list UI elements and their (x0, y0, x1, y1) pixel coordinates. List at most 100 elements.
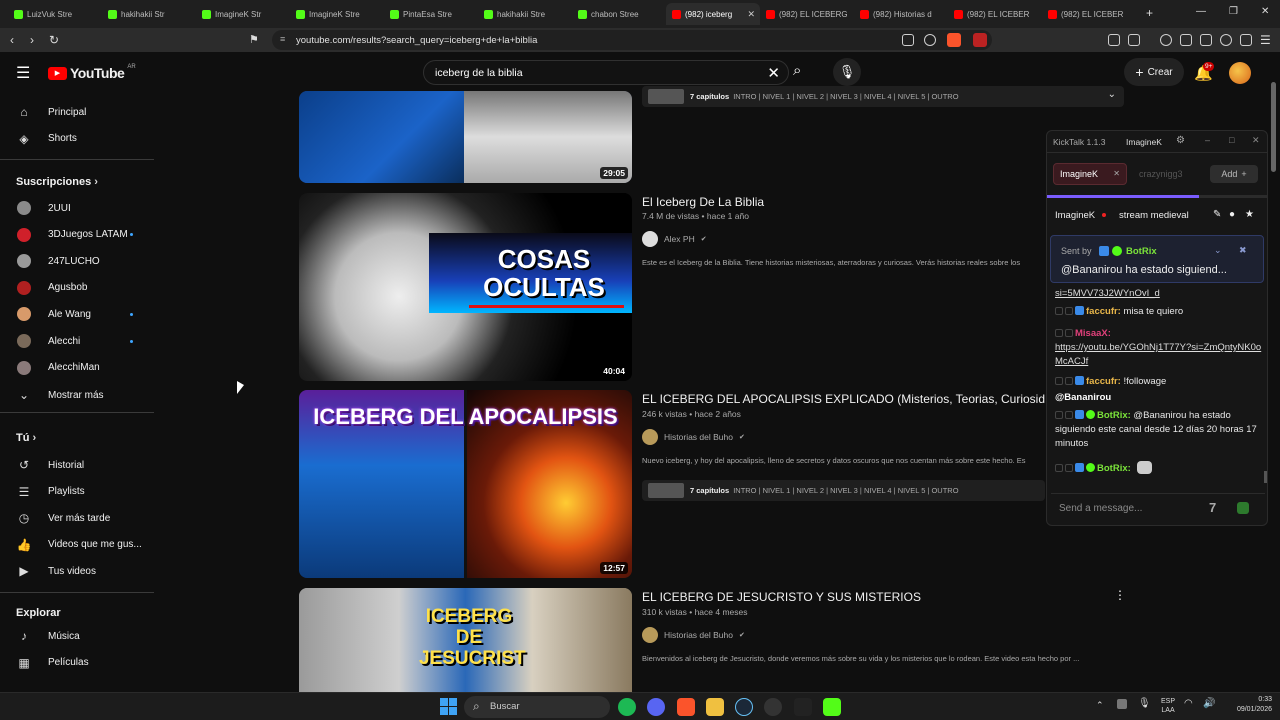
video-thumbnail[interactable]: ICEBERG DE JESUCRIST (299, 588, 632, 692)
show-more-button[interactable]: ⌄ Mostrar más (0, 382, 154, 408)
chat-link[interactable]: https://youtu.be/YGOhNj1T77Y?si=ZmQntyNK… (1055, 342, 1261, 367)
search-icon[interactable]: ⌕ (793, 62, 801, 79)
chat-scrollbar[interactable] (1264, 471, 1267, 483)
discord-icon[interactable] (647, 698, 665, 716)
chat-username[interactable]: BotRix: (1097, 410, 1131, 421)
sidebar-item[interactable]: 247LUCHO (0, 248, 154, 274)
browser-tab[interactable]: (982) EL ICEBER (1042, 3, 1136, 25)
search-input[interactable]: iceberg de la biblia ✕ (423, 60, 789, 85)
extension-icon[interactable] (1108, 34, 1120, 46)
video-title[interactable]: EL ICEBERG DE JESUCRISTO Y SUS MISTERIOS (642, 590, 921, 604)
mod-action-icon[interactable] (1055, 307, 1063, 315)
chat-input[interactable]: Send a message... (1055, 496, 1199, 522)
browser-tab[interactable]: ImagineK Str (196, 3, 290, 25)
mod-action-icon[interactable] (1055, 464, 1063, 472)
brave-icon[interactable] (677, 698, 695, 716)
add-chat-button[interactable]: Add + (1210, 165, 1258, 183)
new-tab-icon[interactable]: + (1146, 6, 1153, 20)
wallet-icon[interactable] (1200, 34, 1212, 46)
language-indicator[interactable]: ESP LAA (1161, 697, 1175, 715)
video-thumbnail[interactable]: COSAS OCULTAS 40:04 (299, 193, 632, 381)
site-info-icon[interactable]: ≡ (280, 34, 285, 44)
sidebar-toggle-icon[interactable] (1180, 34, 1192, 46)
chat-username[interactable]: faccufr: (1086, 376, 1121, 387)
chat-tab[interactable]: crazynigg3 (1133, 163, 1207, 185)
video-title[interactable]: EL ICEBERG DEL APOCALIPSIS EXPLICADO (Mi… (642, 392, 1045, 406)
leo-ai-icon[interactable] (1220, 34, 1232, 46)
close-tab-icon[interactable]: ✕ (747, 9, 755, 20)
browser-tab[interactable]: ImagineK Stre (290, 3, 384, 25)
sidebar-item[interactable]: Alecchi (0, 328, 154, 354)
sidebar-item[interactable]: ↺ Historial (0, 452, 154, 478)
pin-icon[interactable]: ✎ (1213, 209, 1221, 220)
subscriptions-heading[interactable]: Suscripciones › (16, 176, 98, 188)
account-avatar[interactable] (1229, 62, 1251, 84)
taskbar-search[interactable]: ⌕ Buscar (464, 696, 610, 718)
url-bar[interactable]: ≡ youtube.com/results?search_query=icebe… (272, 30, 992, 50)
mod-action-icon[interactable] (1065, 411, 1073, 419)
browser-tab[interactable]: hakihakii Stre (478, 3, 572, 25)
extension-icon-2[interactable] (1128, 34, 1140, 46)
clock[interactable]: 0:33 09/01/2026 (1220, 695, 1272, 715)
close-tab-icon[interactable]: ✕ (1113, 169, 1120, 178)
spotify-icon[interactable] (618, 698, 636, 716)
maximize-icon[interactable]: ❐ (1229, 6, 1238, 17)
browser-tab[interactable]: chabon Stree (572, 3, 666, 25)
kicktalk-user[interactable]: ImagineK (1126, 137, 1162, 147)
media-icon[interactable] (1160, 34, 1172, 46)
browser-tab[interactable]: (982) EL ICEBERG (760, 3, 854, 25)
forward-icon[interactable]: › (30, 33, 34, 47)
mod-action-icon[interactable] (1065, 307, 1073, 315)
back-icon[interactable]: ‹ (10, 33, 14, 47)
chevron-up-icon[interactable]: ⌃ (1096, 700, 1104, 711)
sidebar-item[interactable]: ▦ Películas (0, 650, 154, 676)
maximize-icon[interactable]: □ (1229, 135, 1234, 145)
sidebar-item[interactable]: ☰ Playlists (0, 479, 154, 505)
tray-app-icon[interactable] (1117, 699, 1127, 709)
chat-username[interactable]: MisaaX: (1075, 328, 1111, 339)
unpin-icon[interactable]: ✖ (1239, 245, 1247, 256)
sidebar-item[interactable]: ⌂ Principal (0, 99, 154, 125)
reload-icon[interactable]: ↻ (49, 33, 59, 47)
browser-tab[interactable]: LuizVuk Stre (8, 3, 102, 25)
sidebar-item[interactable]: 👍 Videos que me gus... (0, 532, 154, 558)
mod-action-icon[interactable] (1065, 329, 1073, 337)
sidebar-item[interactable]: AlecchiMan (0, 355, 154, 381)
sidebar-item[interactable]: ◷ Ver más tarde (0, 505, 154, 531)
mod-action-icon[interactable] (1055, 329, 1063, 337)
chapters-bar[interactable]: 7 capítulos INTRO | NIVEL 1 | NIVEL 2 | … (642, 86, 1124, 107)
seventv-emote-icon[interactable]: 7 (1209, 500, 1216, 515)
obs-icon[interactable] (764, 698, 782, 716)
menu-icon[interactable]: ☰ (1260, 33, 1271, 47)
sidebar-item[interactable]: Ale Wang (0, 301, 154, 327)
close-icon[interactable]: ✕ (1252, 135, 1260, 146)
file-explorer-icon[interactable] (706, 698, 724, 716)
windows-start-icon[interactable] (440, 698, 457, 715)
volume-icon[interactable]: 🔊 (1203, 698, 1215, 709)
video-thumbnail[interactable]: 29:05 (299, 91, 632, 183)
sidebar-item[interactable]: ♪ Música (0, 623, 154, 649)
user-icon[interactable]: ● (1229, 209, 1235, 220)
browser-tab[interactable]: PintaEsa Stre (384, 3, 478, 25)
video-thumbnail[interactable]: ICEBERG DEL APOCALIPSIS 12:57 (299, 390, 632, 578)
more-actions-icon[interactable]: ⋮ (1114, 588, 1126, 602)
sidebar-item[interactable]: Agusbob (0, 275, 154, 301)
chat-username[interactable]: faccufr: (1086, 306, 1121, 317)
channel-link[interactable]: Alex PH ✔ (642, 231, 707, 247)
sidebar-item[interactable]: 2UUI (0, 195, 154, 221)
wifi-icon[interactable]: ◠ (1184, 698, 1193, 709)
create-button[interactable]: + Crear (1124, 58, 1184, 86)
page-scrollbar[interactable] (1271, 82, 1276, 172)
mod-action-icon[interactable] (1065, 377, 1073, 385)
sidebar-item[interactable]: ▶ Tus videos (0, 558, 154, 584)
steam-icon[interactable] (735, 698, 753, 716)
chevron-down-icon[interactable]: ⌄ (1214, 245, 1222, 256)
bookmark-icon[interactable]: ⚑ (249, 33, 259, 47)
youtube-logo[interactable]: ▶ YouTube AR (48, 64, 136, 81)
chevron-down-icon[interactable]: ⌄ (1108, 89, 1116, 100)
minimize-icon[interactable]: – (1205, 135, 1210, 145)
browser-tab[interactable]: (982) EL ICEBER (948, 3, 1042, 25)
sidebar-item[interactable]: ◈ Shorts (0, 126, 154, 152)
screen-capture-icon[interactable] (902, 34, 914, 46)
mod-action-icon[interactable] (1055, 411, 1063, 419)
